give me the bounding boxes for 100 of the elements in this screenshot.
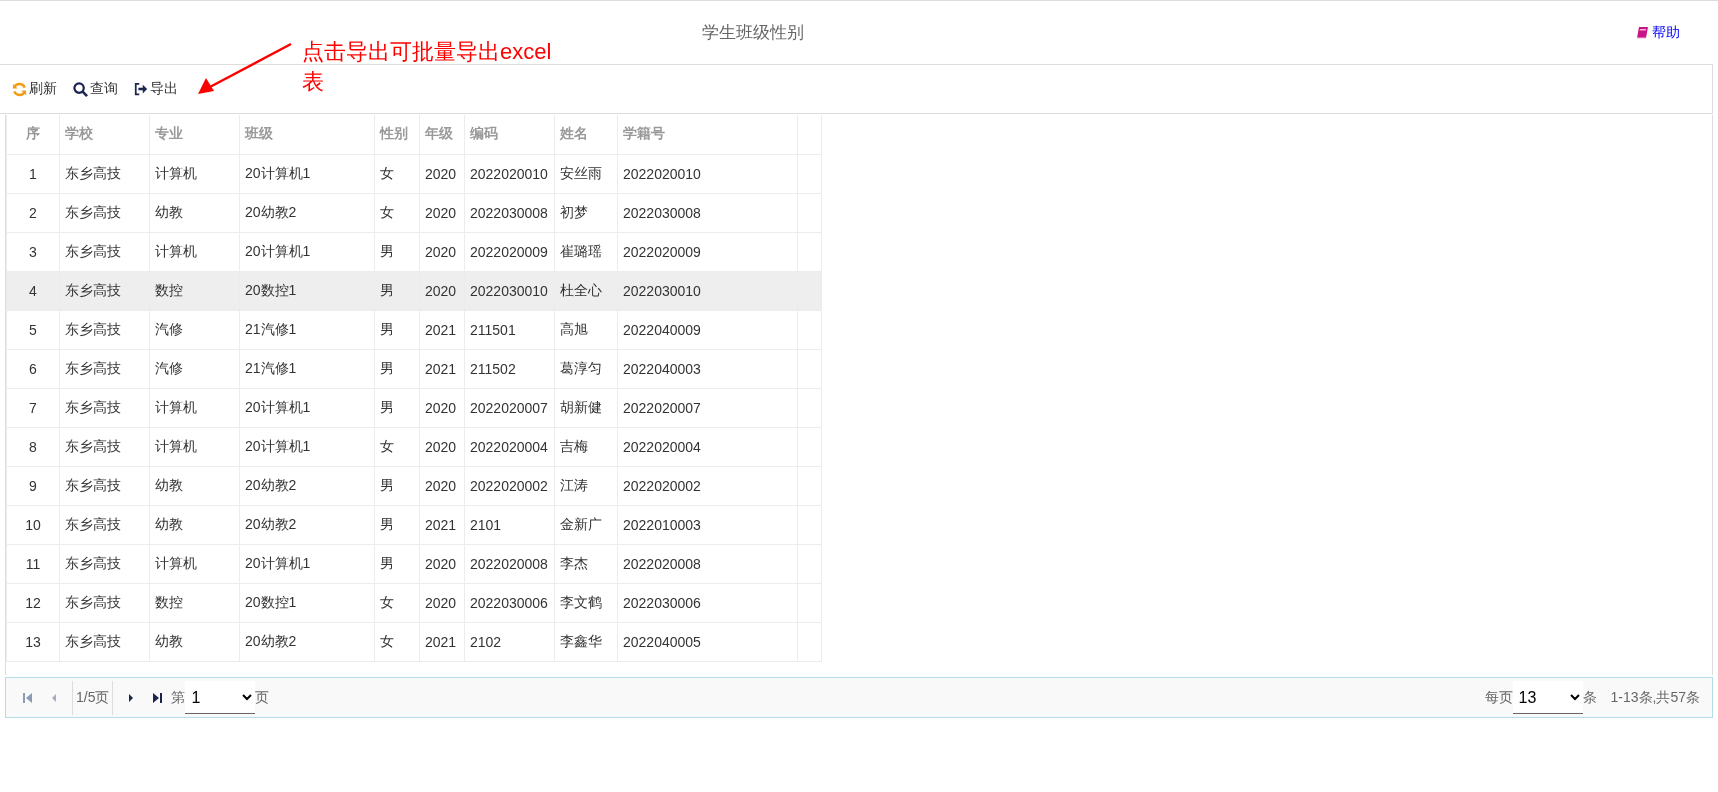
table-cell: 2022020002 — [617, 466, 798, 505]
table-cell: 2020 — [419, 583, 465, 622]
table-cell: 2022030010 — [464, 271, 555, 310]
column-header: 姓名 — [554, 115, 618, 154]
table-cell: 安丝雨 — [554, 154, 618, 193]
record-range: 1-13条,共57条 — [1610, 688, 1700, 707]
table-cell: 211501 — [464, 310, 555, 349]
table-cell: 2022020010 — [617, 154, 798, 193]
refresh-button[interactable]: 刷新 — [12, 78, 57, 100]
table-row[interactable]: 1 东乡高技 计算机 20计算机1 女 2020 2022020010 安丝雨 2022020010 — [6, 154, 822, 193]
table-cell: 男 — [374, 388, 420, 427]
table-cell: 东乡高技 — [59, 466, 150, 505]
table-cell: 女 — [374, 583, 420, 622]
table-cell: 211502 — [464, 349, 555, 388]
table-cell: 2022020010 — [464, 154, 555, 193]
export-icon — [134, 82, 148, 96]
table-cell: 幼教 — [149, 466, 240, 505]
table-row[interactable]: 5 东乡高技 汽修 21汽修1 男 2021 211501 高旭 2022040009 — [6, 310, 822, 349]
table-cell: 葛淳匀 — [554, 349, 618, 388]
table-cell: 男 — [374, 271, 420, 310]
table-cell: 2022040009 — [617, 310, 798, 349]
table-row[interactable]: 12 东乡高技 数控 20数控1 女 2020 2022030006 李文鹤 2022030006 — [6, 583, 822, 622]
table-cell: 20幼教2 — [239, 505, 375, 544]
table-row[interactable]: 2 东乡高技 幼教 20幼教2 女 2020 2022030008 初梦 2022030008 — [6, 193, 822, 232]
right-triangle-icon — [128, 692, 135, 703]
column-header: 专业 — [149, 115, 240, 154]
table-cell: 李杰 — [554, 544, 618, 583]
table-cell: 9 — [6, 466, 60, 505]
table-cell: 东乡高技 — [59, 622, 150, 661]
table-cell: 20数控1 — [239, 583, 375, 622]
table-cell: 2102 — [464, 622, 555, 661]
table-cell: 东乡高技 — [59, 154, 150, 193]
table-cell: 7 — [6, 388, 60, 427]
table-cell: 幼教 — [149, 622, 240, 661]
table-cell: 女 — [374, 622, 420, 661]
table-cell: 杜全心 — [554, 271, 618, 310]
help-link[interactable]: 帮助 — [1635, 23, 1680, 42]
table-cell: 男 — [374, 544, 420, 583]
table-cell: 2021 — [419, 349, 465, 388]
table-cell: 2020 — [419, 466, 465, 505]
table-cell: 2022020007 — [464, 388, 555, 427]
table-cell: 2022020009 — [617, 232, 798, 271]
search-icon — [73, 81, 88, 97]
table-cell: 4 — [6, 271, 60, 310]
per-page-label: 每页 — [1484, 688, 1513, 707]
table-cell: 女 — [374, 427, 420, 466]
table-row[interactable]: 6 东乡高技 汽修 21汽修1 男 2021 211502 葛淳匀 2022040003 — [6, 349, 822, 388]
table-cell: 女 — [374, 193, 420, 232]
search-button[interactable]: 查询 — [73, 78, 118, 100]
table-row[interactable]: 11 东乡高技 计算机 20计算机1 男 2020 2022020008 李杰 2022020008 — [6, 544, 822, 583]
table-cell: 8 — [6, 427, 60, 466]
column-header: 学籍号 — [617, 115, 798, 154]
table-cell: 吉梅 — [554, 427, 618, 466]
table-cell: 高旭 — [554, 310, 618, 349]
table-cell: 东乡高技 — [59, 427, 150, 466]
table-row[interactable]: 9 东乡高技 幼教 20幼教2 男 2020 2022020002 江涛 2022020002 — [6, 466, 822, 505]
table-cell: 20计算机1 — [239, 427, 375, 466]
table-row[interactable]: 3 东乡高技 计算机 20计算机1 男 2020 2022020009 崔璐瑶 2022020009 — [6, 232, 822, 271]
per-page-unit-label: 条 — [1582, 688, 1597, 707]
table-cell: 2022020008 — [464, 544, 555, 583]
table-cell: 11 — [6, 544, 60, 583]
table-cell: 汽修 — [149, 310, 240, 349]
table-cell: 2022030006 — [617, 583, 798, 622]
table-cell: 男 — [374, 466, 420, 505]
table-cell: 李鑫华 — [554, 622, 618, 661]
column-header: 序 — [6, 115, 60, 154]
table-cell: 6 — [6, 349, 60, 388]
table-row[interactable]: 8 东乡高技 计算机 20计算机1 女 2020 2022020004 吉梅 2022020004 — [6, 427, 822, 466]
table-row[interactable]: 10 东乡高技 幼教 20幼教2 男 2021 2101 金新广 2022010003 — [6, 505, 822, 544]
page-select[interactable]: 1 — [185, 681, 256, 714]
table-cell: 20幼教2 — [239, 622, 375, 661]
table-cell: 2020 — [419, 154, 465, 193]
table-cell: 2020 — [419, 193, 465, 232]
table-cell: 幼教 — [149, 505, 240, 544]
table-cell: 2021 — [419, 622, 465, 661]
table-cell: 崔璐瑶 — [554, 232, 618, 271]
column-header: 性别 — [374, 115, 420, 154]
table-cell: 2022020007 — [617, 388, 798, 427]
table-cell: 10 — [6, 505, 60, 544]
page-suffix-label: 页 — [255, 688, 270, 707]
page-info: 1/5页 — [72, 680, 114, 715]
table-cell: 2101 — [464, 505, 555, 544]
table-cell: 2022020004 — [464, 427, 555, 466]
export-button[interactable]: 导出 — [134, 78, 178, 100]
table-row[interactable]: 13 东乡高技 幼教 20幼教2 女 2021 2102 李鑫华 2022040005 — [6, 622, 822, 661]
table-cell: 20计算机1 — [239, 544, 375, 583]
table-row[interactable]: 4 东乡高技 数控 20数控1 男 2020 2022030010 杜全心 2022030010 — [6, 271, 822, 310]
table-cell: 2 — [6, 193, 60, 232]
table-cell: 2022030008 — [464, 193, 555, 232]
table-row[interactable]: 7 东乡高技 计算机 20计算机1 男 2020 2022020007 胡新健 2022020007 — [6, 388, 822, 427]
page-size-select[interactable]: 13 — [1512, 681, 1583, 714]
table-cell: 江涛 — [554, 466, 618, 505]
table-cell: 男 — [374, 232, 420, 271]
column-header: 学校 — [59, 115, 150, 154]
table-cell: 东乡高技 — [59, 349, 150, 388]
annotation-text: 点击导出可批量导出excel表 — [302, 38, 552, 96]
table-cell: 东乡高技 — [59, 505, 150, 544]
table-cell: 计算机 — [149, 427, 240, 466]
table-cell: 12 — [6, 583, 60, 622]
page-title: 学生班级性别 — [700, 22, 805, 44]
